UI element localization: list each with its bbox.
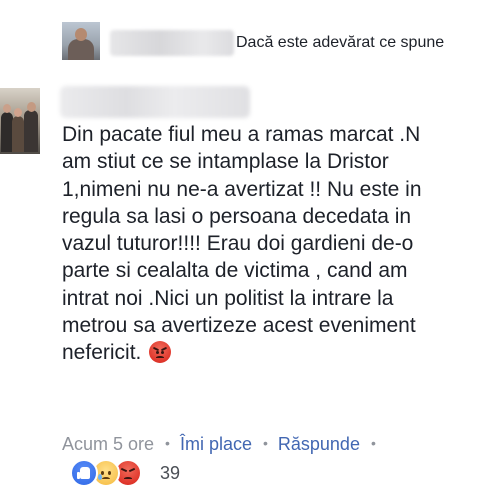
separator-dot: • <box>370 435 376 451</box>
reply-preview-text[interactable]: Dacă este adevărat ce spune <box>236 32 444 54</box>
reply-preview[interactable]: Dacă este adevărat ce spune <box>62 22 500 62</box>
comment-avatar[interactable] <box>0 88 40 154</box>
comment-text: Din pacate fiul meu a ramas marcat .N am… <box>62 121 500 367</box>
like-link[interactable]: Îmi place <box>180 434 252 454</box>
reply-author-name-redacted <box>110 30 234 56</box>
reply-avatar[interactable] <box>62 22 100 60</box>
comment-line-last: nefericit. <box>62 339 500 366</box>
comment-line: parte si cealalta de victima , cand am <box>62 259 408 283</box>
comment-actions: Acum 5 ore • Îmi place • Răspunde • <box>62 431 386 455</box>
comment-line: intrat noi .Nici un politist la intrare … <box>62 286 394 310</box>
comment-line: 1,nimeni nu ne-a avertizat !! Nu este in <box>62 177 422 201</box>
comment-line: Din pacate fiul meu a ramas marcat .N <box>62 123 421 146</box>
like-icon <box>70 459 98 487</box>
separator-dot: • <box>262 435 268 451</box>
comment-line: vazul tuturor!!!! Erau doi gardieni de-o <box>62 232 414 256</box>
comment-line: regula sa lasi o persoana decedata in <box>62 204 412 228</box>
reply-link[interactable]: Răspunde <box>278 434 360 454</box>
comment-line: metrou sa avertizeze acest eveniment <box>62 314 416 338</box>
separator-dot: • <box>165 435 170 451</box>
comment-timestamp[interactable]: Acum 5 ore <box>62 434 154 454</box>
comment-line: am stiut ce se intamplase la Dristor <box>62 150 389 174</box>
angry-face-icon <box>149 341 172 364</box>
reaction-count[interactable]: 39 <box>160 462 180 484</box>
comment-author-name-redacted <box>60 86 250 118</box>
comment-line-text: nefericit. <box>62 341 142 365</box>
